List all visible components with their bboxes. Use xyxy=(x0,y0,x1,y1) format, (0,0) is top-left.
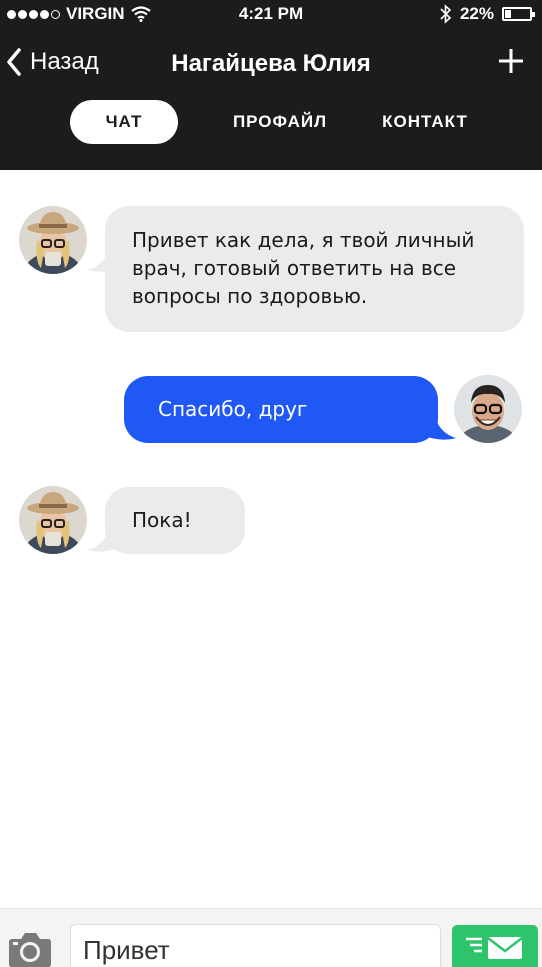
message-line: вопросы по здоровью. xyxy=(132,284,368,308)
tab-bar: ЧАТ ПРОФАЙЛ КОНТАКТ xyxy=(0,100,542,146)
tab-profile[interactable]: ПРОФАЙЛ xyxy=(220,100,340,144)
camera-icon[interactable] xyxy=(8,931,52,967)
contact-avatar[interactable] xyxy=(19,206,87,274)
tab-chat[interactable]: ЧАТ xyxy=(70,100,178,144)
user-avatar[interactable] xyxy=(454,375,522,443)
tab-contact[interactable]: КОНТАКТ xyxy=(365,100,485,144)
bluetooth-icon xyxy=(440,4,452,24)
message-bubble-incoming: Пока! xyxy=(105,487,245,554)
battery-icon xyxy=(502,7,535,21)
send-mail-icon xyxy=(466,937,523,959)
page-title: Нагайцева Юлия xyxy=(171,50,371,77)
message-line: Пока! xyxy=(132,508,192,532)
contact-avatar[interactable] xyxy=(19,486,87,554)
message-bubble-incoming: Привет как дела, я твой личный врач, гот… xyxy=(105,206,524,332)
navigation-bar: Назад Нагайцева Юлия xyxy=(0,38,542,90)
message-line: Спасибо, друг xyxy=(158,397,308,421)
send-button[interactable] xyxy=(452,925,538,967)
message-line: врач, готовый ответить на все xyxy=(132,256,457,280)
app-header: VIRGIN 4:21 PM 22% Назад Нагайцева Юлия xyxy=(0,0,542,170)
message-composer xyxy=(0,908,542,967)
battery-percent: 22% xyxy=(459,4,494,23)
message-bubble-outgoing: Спасибо, друг xyxy=(124,376,438,443)
plus-icon[interactable] xyxy=(496,46,526,76)
chat-thread: Привет как дела, я твой личный врач, гот… xyxy=(0,170,542,910)
status-right: 22% xyxy=(440,4,535,24)
status-bar: VIRGIN 4:21 PM 22% xyxy=(0,0,542,28)
bubble-tail xyxy=(424,420,456,440)
message-input[interactable] xyxy=(70,924,441,967)
message-line: Привет как дела, я твой личный xyxy=(132,228,475,252)
